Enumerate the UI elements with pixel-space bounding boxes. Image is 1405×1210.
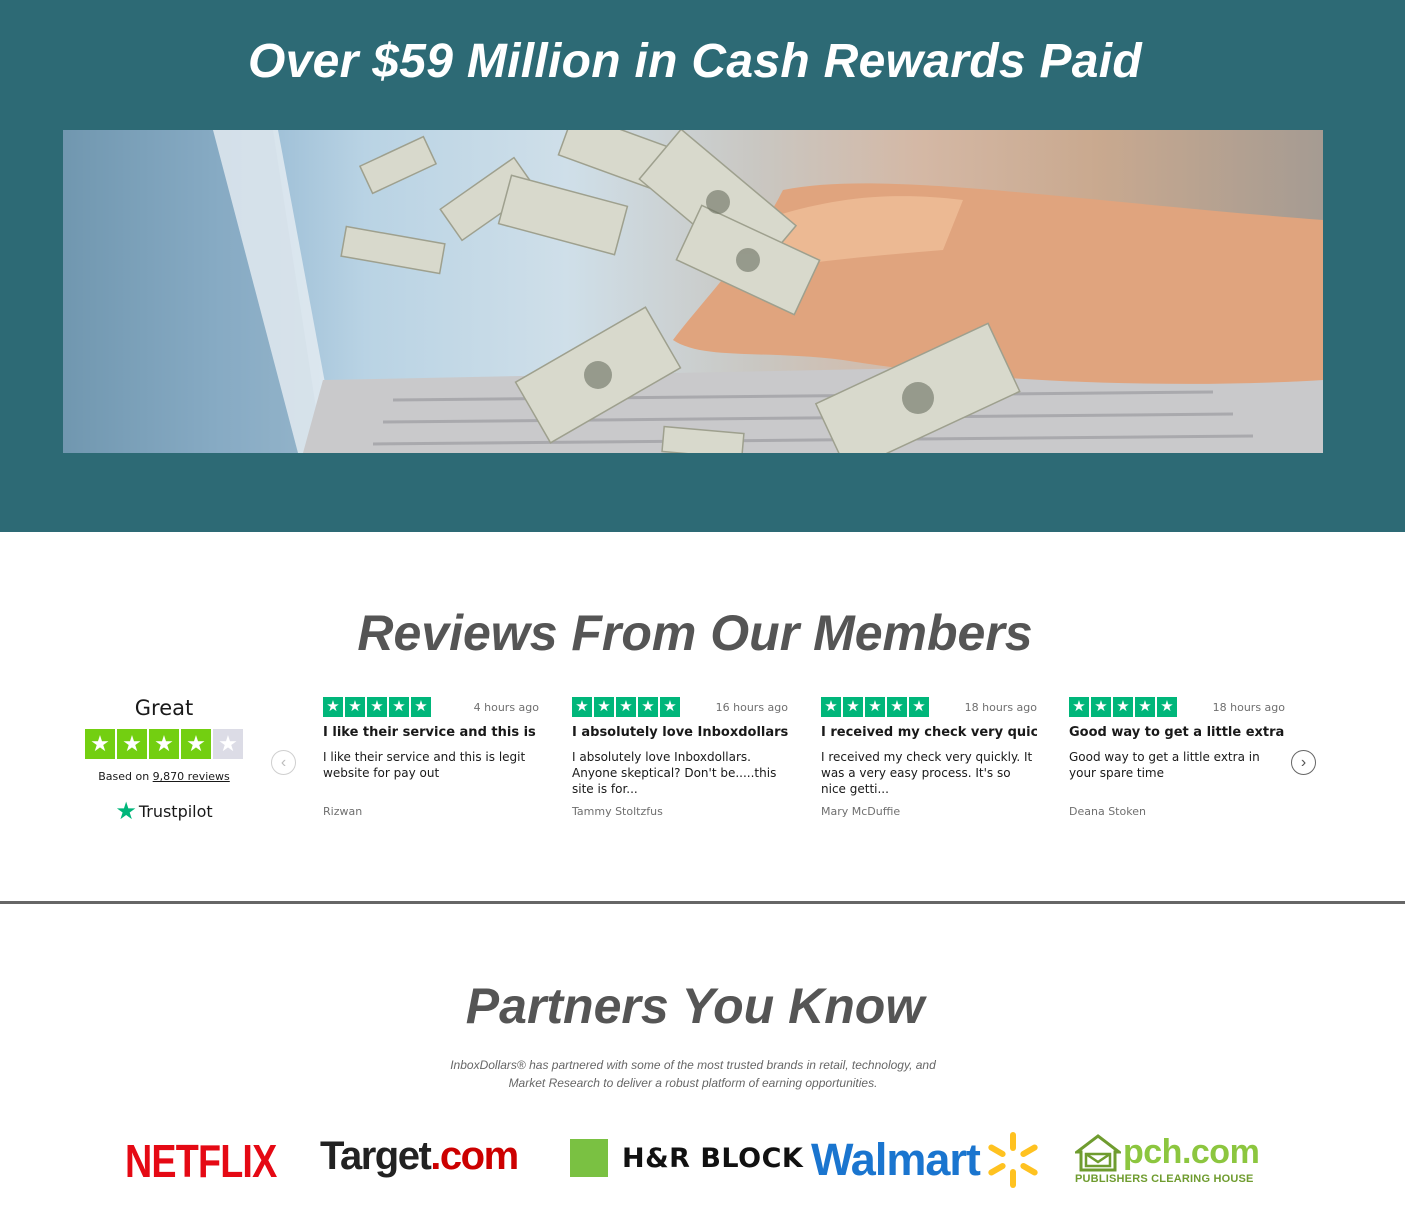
review-title: I like their service and this is l... [323,725,539,740]
review-text: Good way to get a little extra in your s… [1069,750,1260,780]
star-icon: ★ [367,697,387,717]
review-card[interactable]: ★ ★ ★ ★ ★ 18 hours ago I received my check v… [821,697,1037,818]
star-icon: ★ [821,697,841,717]
review-title: I received my check very quickly [821,725,1037,740]
star-icon: ★ [660,697,680,717]
star-icon: ★ [572,697,592,717]
review-text: I like their service and this is legit w… [323,750,526,780]
star-icon: ★ [85,729,115,759]
hrblock-square-icon [570,1139,608,1177]
netflix-logo: NETFLIX [125,1135,277,1187]
star-icon: ★ [411,697,431,717]
review-time: 18 hours ago [1212,700,1285,714]
hero-title: Over $59 Million in Cash Rewards Paid [247,35,1143,88]
review-card[interactable]: ★ ★ ★ ★ ★ 16 hours ago I absolutely love Inb… [572,697,788,818]
review-text: I received my check very quickly. It was… [821,750,1033,796]
star-icon: ★ [323,697,343,717]
chevron-left-icon: ‹ [280,753,287,771]
star-icon: ★ [149,729,179,759]
section-divider [0,901,1405,904]
hero-illustration [63,130,1323,453]
star-icon: ★ [345,697,365,717]
review-author: Deana Stoken [1069,805,1146,818]
review-stars: ★ ★ ★ ★ ★ [1069,697,1177,717]
review-stars: ★ ★ ★ ★ ★ [572,697,680,717]
star-icon: ★ [909,697,929,717]
review-card[interactable]: ★ ★ ★ ★ ★ 18 hours ago Good way to get a lit… [1069,697,1285,818]
trustpilot-star-icon: ★ [115,797,137,825]
partners-heading: Partners You Know [465,978,925,1034]
hero-section: Over $59 Million in Cash Rewards Paid [0,0,1405,532]
hrblock-logo-text: H&R BLOCK [622,1142,804,1174]
based-on-text: Based on 9,870 reviews [84,770,244,783]
review-author: Tammy Stoltzfus [572,805,663,818]
target-logo-dotcom: .com [430,1134,519,1178]
star-icon: ★ [594,697,614,717]
review-text: I absolutely love Inboxdollars. Anyone s… [572,750,777,796]
based-on-prefix: Based on [98,770,150,783]
star-icon: ★ [1091,697,1111,717]
star-icon: ★ [887,697,907,717]
star-icon: ★ [117,729,147,759]
pch-logo-text: pch.com [1123,1133,1260,1171]
star-icon: ★ [638,697,658,717]
review-time: 16 hours ago [715,700,788,714]
trustpilot-logo[interactable]: ★ Trustpilot [84,799,244,823]
review-author: Rizwan [323,805,363,818]
rating-word: Great [134,696,194,720]
star-icon: ★ [616,697,636,717]
pch-house-icon [1075,1133,1121,1171]
star-empty-icon: ★ [213,729,243,759]
reviews-heading: Reviews From Our Members [357,605,1033,661]
star-icon: ★ [1157,697,1177,717]
walmart-spark-icon [988,1132,1038,1188]
star-icon: ★ [181,729,211,759]
review-count-link[interactable]: 9,870 reviews [153,770,230,783]
star-icon: ★ [1069,697,1089,717]
star-icon: ★ [389,697,409,717]
carousel-next-button[interactable]: › [1291,750,1316,775]
review-stars: ★ ★ ★ ★ ★ [821,697,929,717]
hero-image [63,130,1323,453]
hrblock-logo: H&R BLOCK [570,1139,803,1177]
star-icon: ★ [843,697,863,717]
review-time: 4 hours ago [473,700,539,714]
partners-description: InboxDollars® has partnered with some of… [450,1058,936,1090]
trustpilot-brand: Trustpilot [138,801,213,821]
review-time: 18 hours ago [964,700,1037,714]
summary-stars: ★ ★ ★ ★ ★ [84,729,244,759]
chevron-right-icon: › [1300,753,1307,771]
target-logo-main: Target [320,1134,432,1178]
carousel-prev-button[interactable]: ‹ [271,750,296,775]
star-icon: ★ [1135,697,1155,717]
star-icon: ★ [1113,697,1133,717]
review-title: Good way to get a little extra i... [1069,725,1285,740]
pch-logo: pch.com PUBLISHERS CLEARING HOUSE [1075,1133,1260,1185]
review-title: I absolutely love Inboxdollars [572,725,788,740]
target-logo: Target.com [320,1134,519,1179]
pch-logo-subtitle: PUBLISHERS CLEARING HOUSE [1075,1173,1254,1185]
trustpilot-summary: Great ★ ★ ★ ★ ★ Based on 9,870 reviews ★… [84,696,244,823]
star-icon: ★ [865,697,885,717]
walmart-logo-text: Walmart [811,1134,981,1185]
walmart-logo: Walmart [811,1132,1038,1188]
review-author: Mary McDuffie [821,805,901,818]
review-card[interactable]: ★ ★ ★ ★ ★ 4 hours ago I like their service a… [323,697,539,818]
review-stars: ★ ★ ★ ★ ★ [323,697,431,717]
